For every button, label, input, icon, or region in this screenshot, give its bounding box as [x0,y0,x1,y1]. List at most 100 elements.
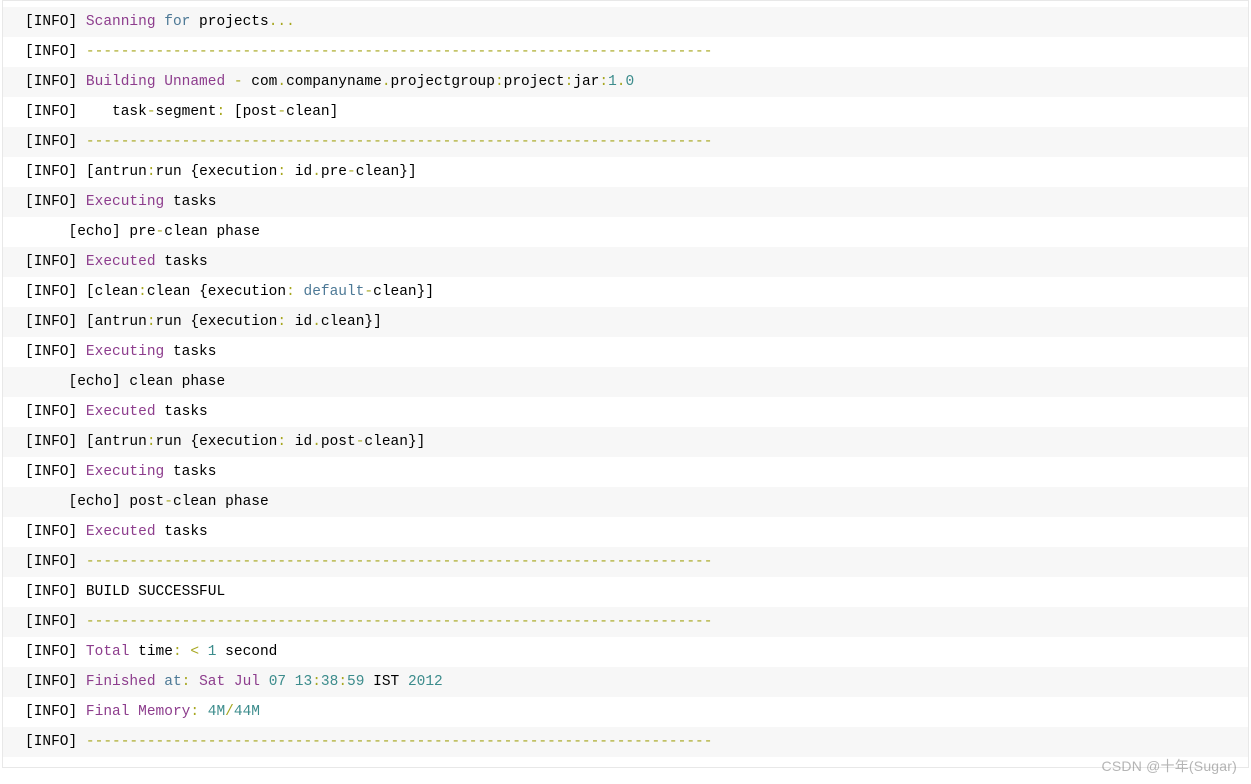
token-p: run [156,314,191,330]
token-p: clean [373,284,417,300]
token-p: ] [69,314,86,330]
token-p: clean [147,284,199,300]
token-p: jar [573,74,599,90]
token-fn: default [304,284,365,300]
token-p: companyname [286,74,382,90]
token-p: ] [69,704,86,720]
token-kw: Executed [86,524,156,540]
token-p: INFO [34,584,69,600]
token-p: [ [86,434,95,450]
token-op: : [147,434,156,450]
token-p: post [121,494,165,510]
token-p: ] [69,194,86,210]
output-line: [echo] post-clean phase [3,487,1248,517]
token-p: [ [234,104,243,120]
token-op: . [277,74,286,90]
token-p: post [243,104,278,120]
token-num: 2012 [408,674,443,690]
token-p: [ [25,464,34,480]
token-op: : [312,674,321,690]
token-p: ] [69,644,86,660]
token-p: segment [156,104,217,120]
output-line: [INFO] [clean:clean {execution: default-… [3,277,1248,307]
token-p: clean phase [164,224,260,240]
token-p: execution [199,314,277,330]
token-p: [ [25,644,34,660]
token-p: } [364,314,373,330]
token-p: [ [86,314,95,330]
token-num: 0 [625,74,634,90]
token-p: ] [69,254,86,270]
output-line: [INFO] Executed tasks [3,517,1248,547]
token-p: clean [356,164,400,180]
token-kw: Executing [86,464,164,480]
token-op: : [277,434,286,450]
output-line: [INFO] Finished at: Sat Jul 07 13:38:59 … [3,667,1248,697]
token-p: id [286,434,312,450]
token-p: [ [25,524,34,540]
token-p: ] [112,374,121,390]
token-op: - [164,494,173,510]
token-p: [ [69,224,78,240]
token-op: : [147,164,156,180]
token-p: pre [321,164,347,180]
token-num: 38 [321,674,338,690]
token-p: ] [69,14,86,30]
token-p: [ [25,674,34,690]
token-p: INFO [34,524,69,540]
token-p: ] [69,284,86,300]
token-op: < [190,644,199,660]
token-p: ] BUILD SUCCESSFUL [69,584,226,600]
token-p [156,14,165,30]
output-line: [INFO] ---------------------------------… [3,127,1248,157]
token-p: [ [86,284,95,300]
token-p: echo [77,494,112,510]
token-p: id [286,164,312,180]
token-p: INFO [34,674,69,690]
token-p [225,104,234,120]
token-p: com [243,74,278,90]
token-p [156,74,165,90]
token-p: [ [86,164,95,180]
token-p: tasks [156,404,208,420]
token-p [199,704,208,720]
output-line: [INFO] BUILD SUCCESSFUL [3,577,1248,607]
token-op: : [277,164,286,180]
token-p: } [399,164,408,180]
token-op: : [286,284,295,300]
token-p: INFO [34,44,69,60]
token-kw: Scanning [86,14,156,30]
token-p: ] [69,674,86,690]
token-op: : [147,314,156,330]
token-p: [ [25,44,34,60]
token-p: INFO [34,464,69,480]
token-op: - [347,164,356,180]
token-kw: Jul [234,674,260,690]
token-p: antrun [95,434,147,450]
token-num: 59 [347,674,364,690]
token-p: IST [364,674,408,690]
token-p: ] [69,524,86,540]
token-p: execution [199,434,277,450]
token-p: [ [25,404,34,420]
token-op: ----------------------------------------… [86,734,713,750]
token-p: execution [199,164,277,180]
token-kw: Executed [86,404,156,420]
token-kw: Finished [86,674,156,690]
token-p: [ [25,344,34,360]
token-p: ] [69,434,86,450]
output-line: [INFO] [antrun:run {execution: id.post-c… [3,427,1248,457]
token-p: echo [77,374,112,390]
token-p: tasks [156,254,208,270]
token-p: clean [95,284,139,300]
token-p [225,674,234,690]
token-p: ] [69,164,86,180]
token-op: - [234,74,243,90]
token-p: [ [25,164,34,180]
token-p [25,374,69,390]
token-p: INFO [34,194,69,210]
token-p: [ [25,134,34,150]
token-p [286,674,295,690]
output-line: [INFO] Final Memory: 4M/44M [3,697,1248,727]
token-p: [ [25,614,34,630]
